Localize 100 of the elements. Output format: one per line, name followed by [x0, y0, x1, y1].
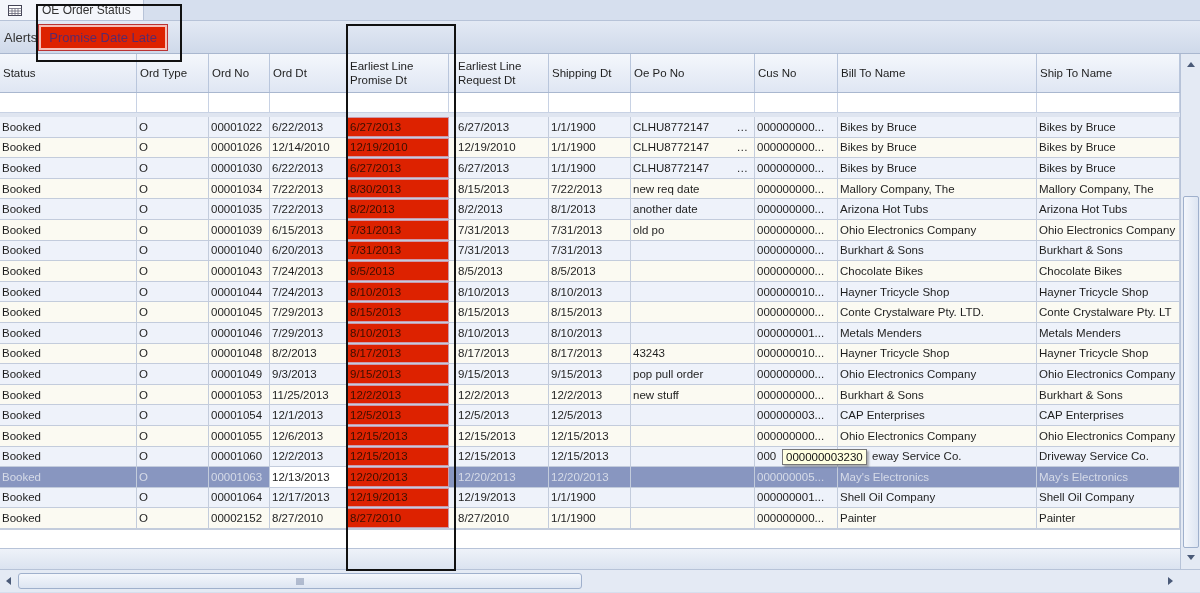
ellipsis-button[interactable]: …	[736, 120, 752, 133]
table-row[interactable]: Booked O 00001064 12/17/2013 12/19/2013 12/19/2013 1/1/1900 000000001... Shell Oil Company Shell Oil Company	[0, 487, 1180, 509]
table-row[interactable]: Booked O 00001048 8/2/2013 8/17/2013 8/17/2013 8/17/2013 43243 000000010... Hayner Tricycle Shop Hayner Tricycle Shop	[0, 343, 1180, 365]
table-cell: 8/5/2013	[549, 261, 631, 281]
table-cell: CLHU8772147	[633, 162, 710, 174]
table-row[interactable]: Booked O 00001022 6/22/2013 6/27/2013 6/27/2013 1/1/1900 CLHU8772147 … 000000000... Bikes by Bruce Bikes by Bruce	[0, 117, 1180, 138]
filter-cell[interactable]	[347, 93, 449, 113]
table-cell: 1/1/1900	[549, 508, 631, 528]
table-cell: O	[137, 343, 209, 364]
table-cell: O	[137, 487, 209, 508]
ellipsis-button[interactable]: …	[736, 162, 752, 174]
table-cell: 7/31/2013	[549, 219, 631, 240]
table-cell: 8/17/2013	[549, 343, 631, 364]
tooltip: 000000003230	[782, 448, 867, 465]
table-row[interactable]: Booked O 00001063 12/13/2013 12/20/2013 12/20/2013 12/20/2013 000000005... May's Electronics May's Electronics	[0, 467, 1180, 488]
table-cell: 7/22/2013	[270, 178, 347, 199]
ellipsis-button[interactable]: …	[736, 141, 752, 154]
column-header[interactable]: Ord No	[209, 54, 270, 92]
table-cell: 7/24/2013	[270, 261, 347, 281]
table-row[interactable]: Booked O 00001044 7/24/2013 8/10/2013 8/10/2013 8/10/2013 000000010... Hayner Tricycle Shop Hayner Tricycle Shop	[0, 281, 1180, 303]
scroll-up-icon[interactable]	[1185, 60, 1196, 70]
alerts-label: Alerts	[4, 29, 38, 45]
table-row[interactable]: Booked O 00002152 8/27/2010 8/27/2010 8/27/2010 1/1/1900 000000000... Painter Painter	[0, 508, 1180, 529]
table-cell: 9/15/2013	[347, 364, 449, 384]
table-row[interactable]: Booked O 00001030 6/22/2013 6/27/2013 6/27/2013 1/1/1900 CLHU8772147 … 000000000... Bikes by Bruce Bikes by Bruce	[0, 158, 1180, 179]
scroll-thumb[interactable]	[1182, 196, 1199, 548]
table-cell: 000000000...	[755, 158, 838, 178]
table-cell: 12/20/2013	[549, 467, 631, 487]
table-row[interactable]: Booked O 00001039 6/15/2013 7/31/2013 7/31/2013 7/31/2013 old po 000000000... Ohio Electronics Company Ohio Electronics Company	[0, 219, 1180, 241]
filter-cell[interactable]	[1037, 93, 1180, 113]
table-cell: Booked	[0, 343, 137, 364]
table-cell: O	[137, 240, 209, 261]
column-header[interactable]: Ord Dt	[270, 54, 347, 92]
column-header[interactable]: Earliest Line Promise Dt	[347, 54, 449, 92]
table-cell: 9/15/2013	[449, 364, 549, 384]
table-cell: 7/31/2013	[549, 240, 631, 261]
table-cell: 12/15/2013	[549, 425, 631, 446]
filter-cell[interactable]	[0, 93, 137, 113]
table-row[interactable]: Booked O 00001045 7/29/2013 8/15/2013 8/15/2013 8/15/2013 000000000... Conte Crystalware Pty. LTD. Conte Crystalware Pty. LT	[0, 302, 1180, 323]
filter-cell[interactable]	[755, 93, 838, 113]
table-cell: Booked	[0, 467, 137, 487]
table-cell: 8/5/2013	[347, 261, 449, 281]
table-cell: 000000000...	[755, 384, 838, 405]
table-cell: 12/19/2013	[449, 487, 549, 508]
column-header[interactable]: Oe Po No	[631, 54, 755, 92]
column-header[interactable]: Earliest Line Request Dt	[449, 54, 549, 92]
table-row[interactable]: Booked O 00001049 9/3/2013 9/15/2013 9/15/2013 9/15/2013 pop pull order 000000000... Ohio Electronics Company Ohio Electronics Company	[0, 364, 1180, 385]
table-cell: Booked	[0, 425, 137, 446]
table-cell: 8/2/2013	[347, 199, 449, 219]
filter-cell[interactable]	[631, 93, 755, 113]
horizontal-scrollbar[interactable]	[0, 569, 1200, 592]
column-header[interactable]: Status	[0, 54, 137, 92]
table-row[interactable]: Booked O 00001034 7/22/2013 8/30/2013 8/15/2013 7/22/2013 new req date 000000000... Mallory Company, The Mallory Company, The	[0, 178, 1180, 200]
table-cell: O	[137, 117, 209, 137]
table-cell: Booked	[0, 302, 137, 322]
table-row[interactable]: Booked O 00001060 12/2/2013 12/15/2013 12/15/2013 12/15/2013 000 000000003230 eway Service Co. Driveway Service Co.	[0, 446, 1180, 468]
table-cell: Ohio Electronics Company	[838, 219, 1037, 240]
table-cell: 000000000...	[755, 199, 838, 219]
table-row[interactable]: Booked O 00001035 7/22/2013 8/2/2013 8/2/2013 8/1/2013 another date 000000000... Arizona Hot Tubs Arizona Hot Tubs	[0, 199, 1180, 220]
table-cell: 000000010...	[755, 343, 838, 364]
table-cell: 1/1/1900	[549, 487, 631, 508]
table-cell: 12/19/2010	[449, 137, 549, 158]
table-cell: Booked	[0, 178, 137, 199]
scroll-thumb[interactable]	[18, 573, 582, 589]
column-header[interactable]: Ord Type	[137, 54, 209, 92]
table-cell: 8/27/2010	[347, 508, 449, 528]
table-cell: old po	[631, 219, 755, 240]
filter-cell[interactable]	[549, 93, 631, 113]
table-cell: 00001022	[209, 117, 270, 137]
table-cell: 12/17/2013	[270, 487, 347, 508]
filter-cell[interactable]	[449, 93, 549, 113]
column-header[interactable]: Shipping Dt	[549, 54, 631, 92]
table-cell: 8/10/2013	[549, 322, 631, 343]
table-cell: CLHU8772147	[633, 120, 710, 133]
table-cell: 000000000...	[755, 261, 838, 281]
table-cell: 7/22/2013	[549, 178, 631, 199]
table-cell: Bikes by Bruce	[838, 117, 1037, 137]
filter-cell[interactable]	[838, 93, 1037, 113]
table-cell: 1/1/1900	[549, 158, 631, 178]
table-cell: 00001040	[209, 240, 270, 261]
table-cell: Ohio Electronics Company	[838, 425, 1037, 446]
table-row[interactable]: Booked O 00001026 12/14/2010 12/19/2010 12/19/2010 1/1/1900 CLHU8772147 … 000000000... Bikes by Bruce Bikes by Bruce	[0, 137, 1180, 159]
table-cell: 000000000...	[755, 508, 838, 528]
table-cell: 11/25/2013	[270, 384, 347, 405]
filter-cell[interactable]	[209, 93, 270, 113]
table-cell: May's Electronics	[838, 467, 1037, 487]
vertical-scrollbar[interactable]	[1180, 54, 1200, 569]
column-header[interactable]: Cus No	[755, 54, 838, 92]
table-row[interactable]: Booked O 00001055 12/6/2013 12/15/2013 12/15/2013 12/15/2013 000000000... Ohio Electronics Company Ohio Electronics Company	[0, 425, 1180, 447]
table-row[interactable]: Booked O 00001053 11/25/2013 12/2/2013 12/2/2013 12/2/2013 new stuff 000000000... Burkhart & Sons Burkhart & Sons	[0, 384, 1180, 406]
table-row[interactable]: Booked O 00001043 7/24/2013 8/5/2013 8/5/2013 8/5/2013 000000000... Chocolate Bikes Chocolate Bikes	[0, 261, 1180, 282]
scroll-left-icon[interactable]	[4, 576, 14, 586]
table-row[interactable]: Booked O 00001040 6/20/2013 7/31/2013 7/31/2013 7/31/2013 000000000... Burkhart & Sons Burkhart & Sons	[0, 240, 1180, 262]
table-row[interactable]: Booked O 00001046 7/29/2013 8/10/2013 8/10/2013 8/10/2013 000000001... Metals Menders Metals Menders	[0, 322, 1180, 344]
table-row[interactable]: Booked O 00001054 12/1/2013 12/5/2013 12/5/2013 12/5/2013 000000003... CAP Enterprises CAP Enterprises	[0, 405, 1180, 426]
table-cell: 1/1/1900	[549, 137, 631, 158]
table-cell: O	[137, 322, 209, 343]
table-cell: Hayner Tricycle Shop	[838, 281, 1037, 302]
filter-cell[interactable]	[137, 93, 209, 113]
column-header[interactable]: Bill To Name	[838, 54, 1037, 92]
